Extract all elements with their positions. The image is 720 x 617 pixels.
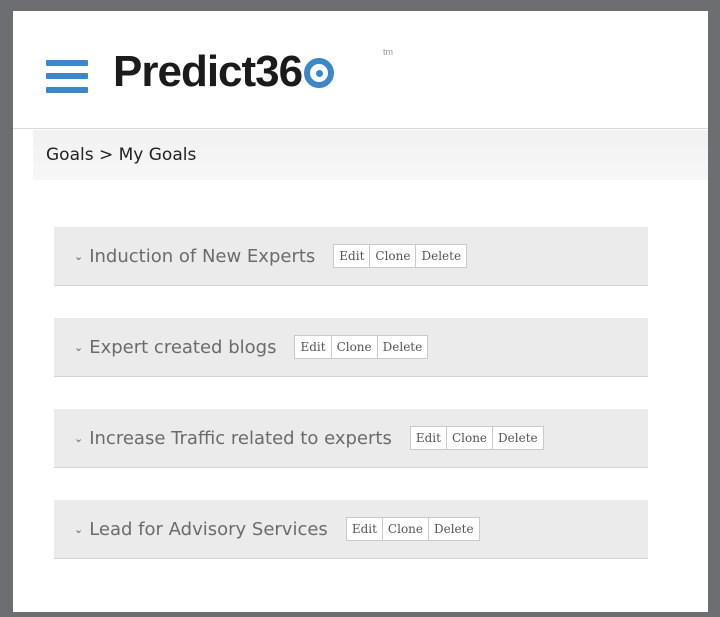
chevron-down-icon: ⌄ (74, 249, 84, 263)
clone-button[interactable]: Clone (381, 518, 428, 540)
clone-button[interactable]: Clone (445, 427, 493, 449)
edit-button[interactable]: Edit (346, 518, 382, 540)
delete-button[interactable]: Delete (376, 336, 428, 358)
goal-title: Increase Traffic related to experts (89, 427, 392, 449)
delete-button[interactable]: Delete (415, 245, 467, 267)
chevron-down-icon: ⌄ (74, 340, 84, 354)
goal-row: ⌄ Induction of New Experts Edit Clone Del… (54, 227, 648, 286)
goal-toggle[interactable]: ⌄ Increase Traffic related to experts (74, 428, 392, 449)
goal-actions: Edit Clone Delete (409, 426, 544, 450)
goal-row: ⌄ Increase Traffic related to experts Edi… (54, 409, 648, 468)
logo: Predict36 tm (113, 47, 393, 97)
logo-trademark: tm (383, 47, 393, 57)
goal-toggle[interactable]: ⌄ Expert created blogs (74, 337, 276, 358)
logo-text: Predict36 (113, 47, 303, 96)
hamburger-menu-icon[interactable] (46, 60, 88, 93)
logo-ring-icon (304, 58, 335, 88)
goal-toggle[interactable]: ⌄ Induction of New Experts (74, 246, 315, 267)
goal-title: Lead for Advisory Services (89, 518, 328, 540)
goal-actions: Edit Clone Delete (345, 517, 480, 541)
goal-title: Expert created blogs (89, 336, 277, 358)
delete-button[interactable]: Delete (492, 427, 543, 449)
goal-row: ⌄ Expert created blogs Edit Clone Delete (54, 318, 648, 377)
header: Predict36 tm (13, 11, 708, 129)
edit-button[interactable]: Edit (410, 427, 446, 449)
app-window: Predict36 tm Goals > My Goals ⌄ Induction… (13, 11, 708, 612)
goal-actions: Edit Clone Delete (294, 335, 429, 359)
goal-toggle[interactable]: ⌄ Lead for Advisory Services (74, 519, 328, 540)
breadcrumb-bar: Goals > My Goals (33, 130, 708, 180)
chevron-down-icon: ⌄ (74, 522, 84, 536)
chevron-down-icon: ⌄ (74, 431, 84, 445)
goal-title: Induction of New Experts (89, 245, 316, 267)
goal-actions: Edit Clone Delete (333, 244, 468, 268)
edit-button[interactable]: Edit (334, 245, 370, 267)
delete-button[interactable]: Delete (428, 518, 479, 540)
clone-button[interactable]: Clone (369, 245, 416, 267)
goal-row: ⌄ Lead for Advisory Services Edit Clone D… (54, 500, 648, 559)
edit-button[interactable]: Edit (295, 336, 331, 358)
breadcrumb: Goals > My Goals (46, 145, 197, 165)
clone-button[interactable]: Clone (330, 336, 377, 358)
